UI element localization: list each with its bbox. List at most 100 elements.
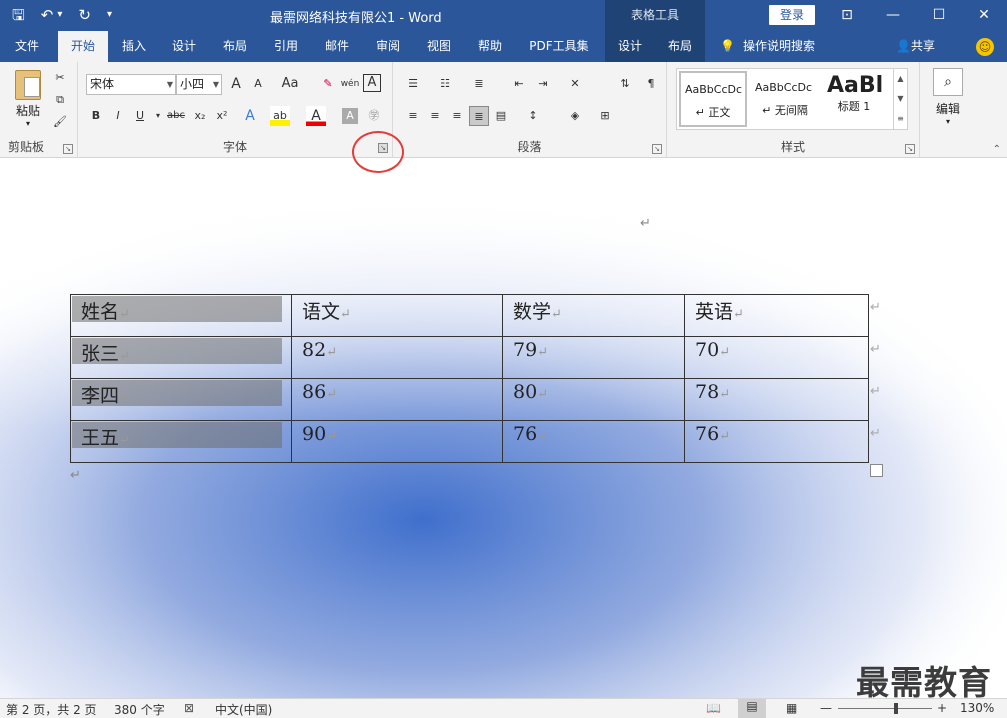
clear-format-icon[interactable]: ✎: [318, 74, 338, 94]
tab-design[interactable]: 设计: [162, 31, 206, 62]
paragraph-launcher-icon[interactable]: ↘: [652, 144, 662, 154]
collapse-ribbon-icon[interactable]: ⌃: [993, 144, 1001, 155]
zoom-slider[interactable]: [838, 703, 932, 714]
distributed-icon[interactable]: ▤: [491, 106, 511, 126]
grow-font-icon[interactable]: A: [226, 74, 246, 94]
style-normal[interactable]: AaBbCcDc ↵ 正文: [679, 71, 747, 127]
bullets-icon[interactable]: ☰: [403, 74, 423, 94]
table-cell[interactable]: 76↵: [684, 420, 869, 463]
minimize-icon[interactable]: —: [870, 0, 916, 31]
font-color-icon[interactable]: A: [306, 106, 326, 126]
ribbon-display-options-icon[interactable]: ⊡: [824, 0, 870, 31]
table-cell[interactable]: 86↵: [291, 378, 503, 421]
align-center-icon[interactable]: ≡: [425, 106, 445, 126]
document-canvas[interactable]: ↵ 姓名↵ 语文↵ 数学↵ 英语↵ 张三↵ 82↵ 79↵ 70↵ 李四↵ 86…: [0, 158, 1007, 698]
customize-qat-icon[interactable]: ▾: [107, 5, 112, 25]
table-cell[interactable]: 76↵: [502, 420, 685, 463]
copy-icon[interactable]: ⧉: [50, 90, 70, 110]
align-right-icon[interactable]: ≡: [447, 106, 467, 126]
login-button[interactable]: 登录: [769, 5, 815, 25]
phonetic-guide-icon[interactable]: wén: [340, 74, 360, 94]
enclose-char-icon[interactable]: ㊫: [364, 106, 384, 126]
chevron-down-icon[interactable]: ▼: [894, 89, 907, 109]
table-cell[interactable]: 数学↵: [502, 294, 685, 337]
save-icon[interactable]: 🖫: [12, 5, 25, 25]
tab-insert[interactable]: 插入: [112, 31, 156, 62]
bold-icon[interactable]: B: [86, 106, 106, 126]
strikethrough-icon[interactable]: abc: [164, 106, 188, 126]
table-cell[interactable]: 78↵: [684, 378, 869, 421]
table-resize-handle[interactable]: [870, 464, 883, 477]
chinese-layout-icon[interactable]: ✕: [565, 74, 585, 94]
tab-references[interactable]: 引用: [264, 31, 308, 62]
chevron-up-icon[interactable]: ▲: [894, 69, 907, 89]
line-spacing-icon[interactable]: ↕: [523, 106, 543, 126]
table-cell[interactable]: 90↵: [291, 420, 503, 463]
read-mode-icon[interactable]: 📖: [706, 701, 721, 715]
table-cell[interactable]: 姓名↵: [70, 294, 292, 337]
style-no-spacing[interactable]: AaBbCcDc ↵ 无间隔: [751, 71, 819, 127]
table-cell[interactable]: 张三↵: [70, 336, 292, 379]
undo-dropdown-icon[interactable]: ▾: [57, 5, 62, 25]
language[interactable]: 中文(中国): [215, 701, 272, 718]
share-button[interactable]: 👤共享: [896, 31, 935, 62]
style-heading-1[interactable]: AaBl 标题 1: [823, 71, 885, 127]
restore-icon[interactable]: ☐: [916, 0, 962, 31]
tab-view[interactable]: 视图: [417, 31, 461, 62]
multilevel-list-icon[interactable]: ≣: [469, 74, 489, 94]
tab-review[interactable]: 审阅: [366, 31, 410, 62]
align-left-icon[interactable]: ≡: [403, 106, 423, 126]
show-formatting-icon[interactable]: ¶: [641, 74, 661, 94]
text-effects-icon[interactable]: A: [240, 106, 260, 126]
char-border-icon[interactable]: A: [363, 74, 381, 92]
word-count[interactable]: 380 个字: [114, 701, 165, 718]
editing-button[interactable]: ⌕ 编辑 ▾: [926, 66, 970, 142]
undo-icon[interactable]: ↶: [41, 5, 54, 25]
print-layout-icon[interactable]: ▤: [738, 699, 766, 718]
char-shading-icon[interactable]: A: [342, 108, 358, 124]
tab-help[interactable]: 帮助: [468, 31, 512, 62]
score-table[interactable]: 姓名↵ 语文↵ 数学↵ 英语↵ 张三↵ 82↵ 79↵ 70↵ 李四↵ 86↵ …: [70, 294, 869, 463]
borders-icon[interactable]: ⊞: [595, 106, 615, 126]
close-icon[interactable]: ✕: [961, 0, 1007, 31]
redo-icon[interactable]: ↻: [78, 5, 91, 25]
zoom-slider-thumb[interactable]: [893, 703, 898, 714]
font-name-combo[interactable]: 宋体 ▼: [86, 74, 176, 95]
tab-pdf-tools[interactable]: PDF工具集: [522, 31, 596, 62]
format-painter-icon[interactable]: 🖌: [50, 112, 70, 132]
web-layout-icon[interactable]: ▦: [786, 701, 797, 715]
page-count[interactable]: 第 2 页，共 2 页: [6, 701, 97, 718]
table-cell[interactable]: 李四↵: [70, 378, 292, 421]
tab-table-design[interactable]: 设计: [605, 31, 655, 62]
justify-icon[interactable]: ≣: [469, 106, 489, 126]
increase-indent-icon[interactable]: ⇥: [533, 74, 553, 94]
clipboard-launcher-icon[interactable]: ↘: [63, 144, 73, 154]
tell-me-search[interactable]: 💡 操作说明搜索: [720, 31, 815, 62]
feedback-smiley-icon[interactable]: ☺: [976, 38, 994, 56]
highlight-color-icon[interactable]: ab: [270, 106, 290, 126]
table-cell[interactable]: 70↵: [684, 336, 869, 379]
tab-table-layout[interactable]: 布局: [655, 31, 705, 62]
shrink-font-icon[interactable]: A: [248, 74, 268, 94]
proofing-icon[interactable]: ⊠: [184, 701, 194, 715]
italic-icon[interactable]: I: [108, 106, 128, 126]
superscript-icon[interactable]: x²: [212, 106, 232, 126]
table-cell[interactable]: 语文↵: [291, 294, 503, 337]
subscript-icon[interactable]: x₂: [190, 106, 210, 126]
zoom-out-icon[interactable]: —: [820, 701, 832, 715]
change-case-icon[interactable]: Aa: [276, 74, 304, 94]
paste-button[interactable]: 粘贴 ▾: [8, 68, 48, 130]
shading-icon[interactable]: ◈: [565, 106, 585, 126]
table-cell[interactable]: 79↵: [502, 336, 685, 379]
underline-icon[interactable]: U: [130, 106, 150, 126]
table-cell[interactable]: 王五↵: [70, 420, 292, 463]
tab-file[interactable]: 文件: [0, 31, 54, 62]
numbering-icon[interactable]: ☷: [435, 74, 455, 94]
table-cell[interactable]: 82↵: [291, 336, 503, 379]
table-cell[interactable]: 80↵: [502, 378, 685, 421]
tab-mailings[interactable]: 邮件: [315, 31, 359, 62]
tab-layout[interactable]: 布局: [213, 31, 257, 62]
styles-launcher-icon[interactable]: ↘: [905, 144, 915, 154]
tab-home[interactable]: 开始: [58, 31, 108, 62]
sort-icon[interactable]: ⇅: [615, 74, 635, 94]
